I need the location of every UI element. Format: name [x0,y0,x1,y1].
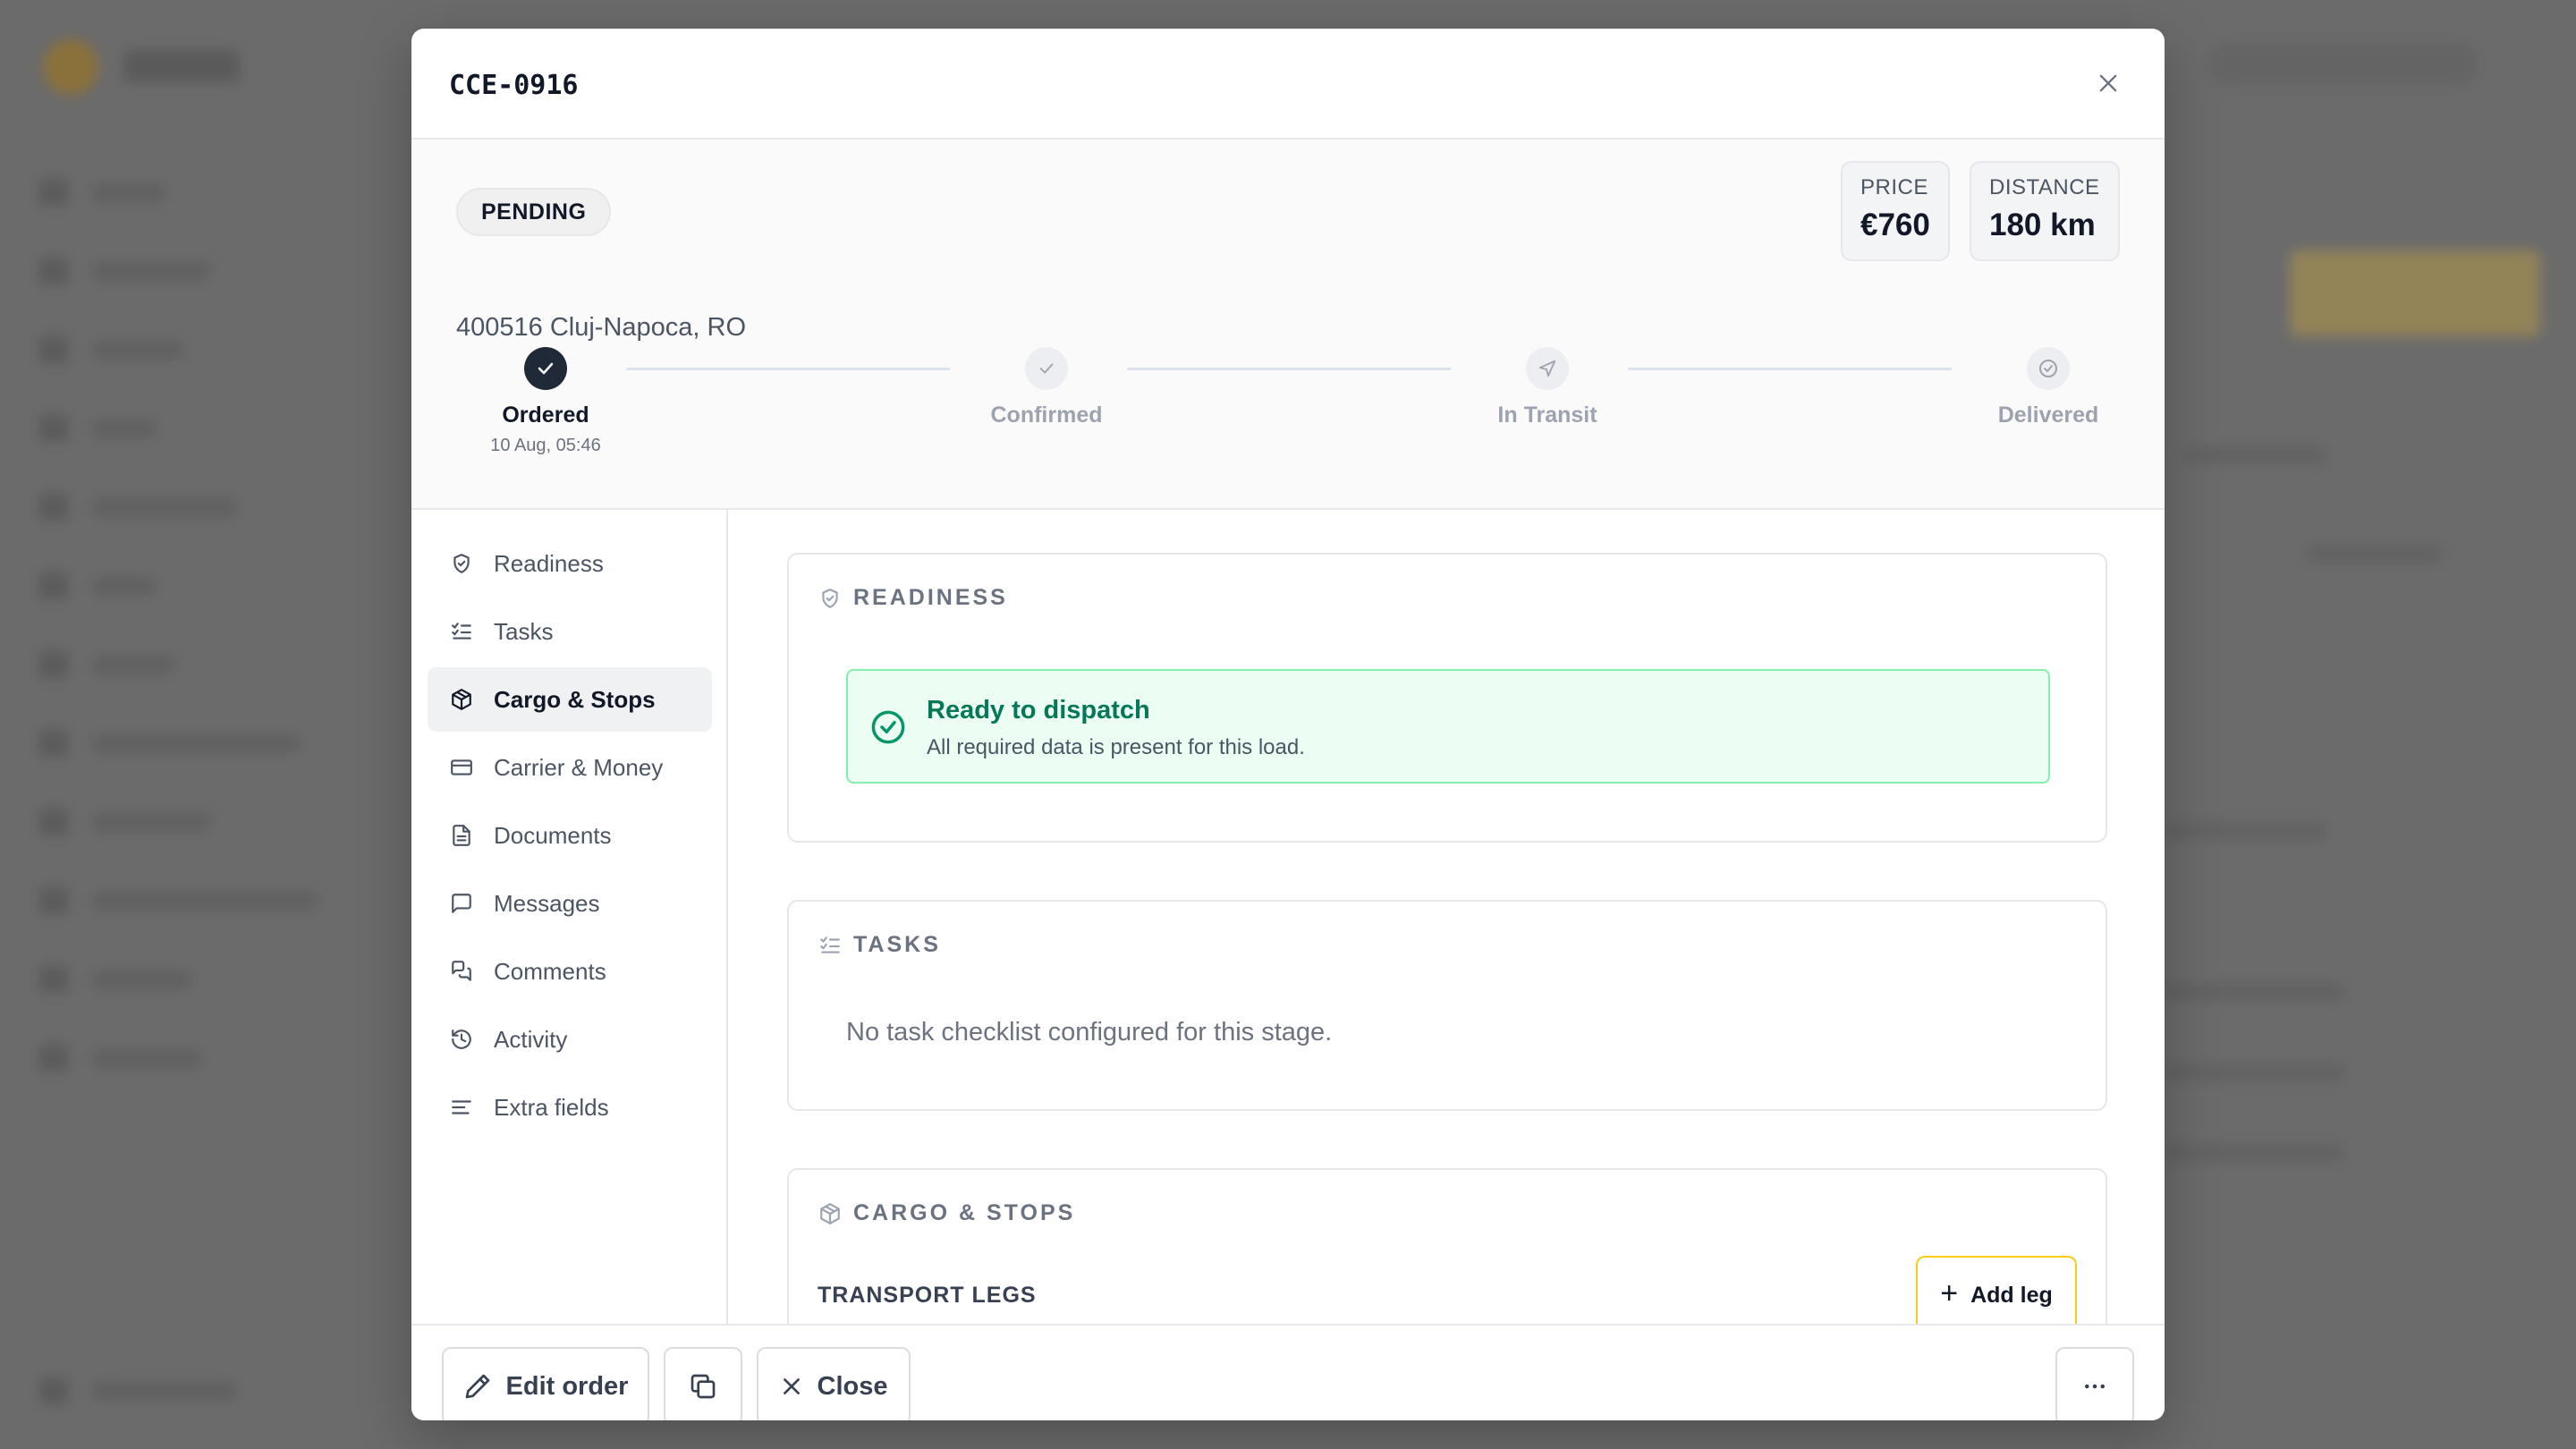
close-label: Close [817,1371,888,1401]
step-label: In Transit [1497,402,1597,428]
nav-item-messages[interactable]: Messages [428,871,712,936]
cargo-title: CARGO & STOPS [853,1200,1076,1225]
modal-footer: Edit order Close [411,1324,2165,1420]
readiness-header: READINESS [818,585,1008,611]
credit-card-icon [449,755,474,780]
list-checks-icon [449,619,474,644]
ready-status-title: Ready to dispatch [927,696,1150,724]
nav-item-label: Cargo & Stops [494,685,656,713]
messages-icon [449,959,474,984]
close-button[interactable]: Close [757,1347,911,1420]
check-icon [1025,347,1068,390]
order-id-title: CCE-0916 [449,70,579,101]
nav-item-label: Documents [494,821,612,849]
nav-item-label: Extra fields [494,1093,609,1121]
nav-item-documents[interactable]: Documents [428,803,712,868]
status-badge: PENDING [456,188,612,236]
tasks-header: TASKS [818,932,941,958]
tasks-empty-text: No task checklist configured for this st… [846,1018,1333,1046]
nav-item-label: Activity [494,1025,568,1053]
address-text: 400516 Cluj-Napoca, RO [456,313,747,342]
transport-legs-label: TRANSPORT LEGS [818,1283,1037,1308]
add-leg-button[interactable]: + Add leg [1916,1256,2077,1324]
price-label: PRICE [1860,175,1928,199]
check-circle-icon [869,708,907,750]
history-icon [449,1027,474,1052]
cargo-stops-card: CARGO & STOPS TRANSPORT LEGS + Add leg [787,1168,2107,1324]
list-checks-icon [818,933,843,958]
price-box: PRICE €760 [1841,161,1950,261]
nav-item-comments[interactable]: Comments [428,939,712,1004]
step-label: Ordered [502,402,589,428]
step-timestamp: 10 Aug, 05:46 [490,436,601,455]
cargo-header: CARGO & STOPS [818,1200,1075,1226]
ready-status-text: All required data is present for this lo… [927,735,1305,759]
section-nav: Readiness Tasks Cargo & Stops Carrier & … [411,510,728,1324]
tasks-card: TASKS No task checklist configured for t… [787,900,2107,1111]
add-leg-label: Add leg [1970,1282,2053,1308]
duplicate-button[interactable] [664,1347,742,1420]
more-horizontal-icon [2081,1373,2108,1400]
edit-order-button[interactable]: Edit order [442,1347,649,1420]
step-in-transit: In Transit [1449,347,1646,428]
status-stepper: Ordered 10 Aug, 05:46 Confirmed In Trans… [411,347,2165,481]
align-left-icon [449,1095,474,1120]
nav-item-label: Messages [494,889,600,917]
distance-value: 180 km [1989,208,2096,242]
copy-icon [689,1372,717,1401]
package-icon [818,1201,843,1226]
readiness-title: READINESS [853,585,1008,610]
nav-item-activity[interactable]: Activity [428,1007,712,1072]
nav-item-label: Readiness [494,549,604,577]
stepper-connector [626,368,950,370]
edit-order-label: Edit order [505,1371,629,1401]
step-ordered: Ordered 10 Aug, 05:46 [447,347,644,456]
distance-label: DISTANCE [1989,175,2100,199]
order-summary: PENDING PRICE €760 DISTANCE 180 km 40051… [411,140,2165,510]
step-label: Confirmed [990,402,1103,428]
plus-icon: + [1940,1275,1959,1310]
check-circle-icon [2027,347,2070,390]
readiness-card: READINESS Ready to dispatch All required… [787,553,2107,843]
ready-status-alert: Ready to dispatch All required data is p… [846,669,2050,784]
nav-item-tasks[interactable]: Tasks [428,599,712,664]
stepper-connector [1127,368,1451,370]
step-confirmed: Confirmed [948,347,1145,428]
section-content: READINESS Ready to dispatch All required… [730,510,2165,1324]
price-value: €760 [1860,208,1930,242]
pencil-icon [463,1372,492,1401]
tasks-title: TASKS [853,932,941,957]
nav-item-cargo-stops[interactable]: Cargo & Stops [428,667,712,732]
nav-item-label: Tasks [494,617,554,645]
modal-header: CCE-0916 [411,29,2165,140]
close-icon [780,1375,803,1398]
file-text-icon [449,823,474,848]
step-delivered: Delivered [1950,347,2147,428]
nav-item-carrier-money[interactable]: Carrier & Money [428,735,712,800]
more-actions-button[interactable] [2055,1347,2134,1420]
distance-box: DISTANCE 180 km [1970,161,2120,261]
close-icon[interactable] [2088,63,2129,104]
order-detail-modal: CCE-0916 PENDING PRICE €760 DISTANCE 180… [411,29,2165,1420]
nav-item-label: Comments [494,957,606,985]
nav-item-readiness[interactable]: Readiness [428,531,712,596]
package-icon [449,687,474,712]
check-icon [524,347,567,390]
navigation-icon [1526,347,1569,390]
step-label: Delivered [1997,402,2099,428]
stepper-connector [1628,368,1952,370]
shield-check-icon [449,551,474,576]
message-square-icon [449,891,474,916]
shield-check-icon [818,586,843,611]
nav-item-extra-fields[interactable]: Extra fields [428,1075,712,1140]
nav-item-label: Carrier & Money [494,753,664,781]
